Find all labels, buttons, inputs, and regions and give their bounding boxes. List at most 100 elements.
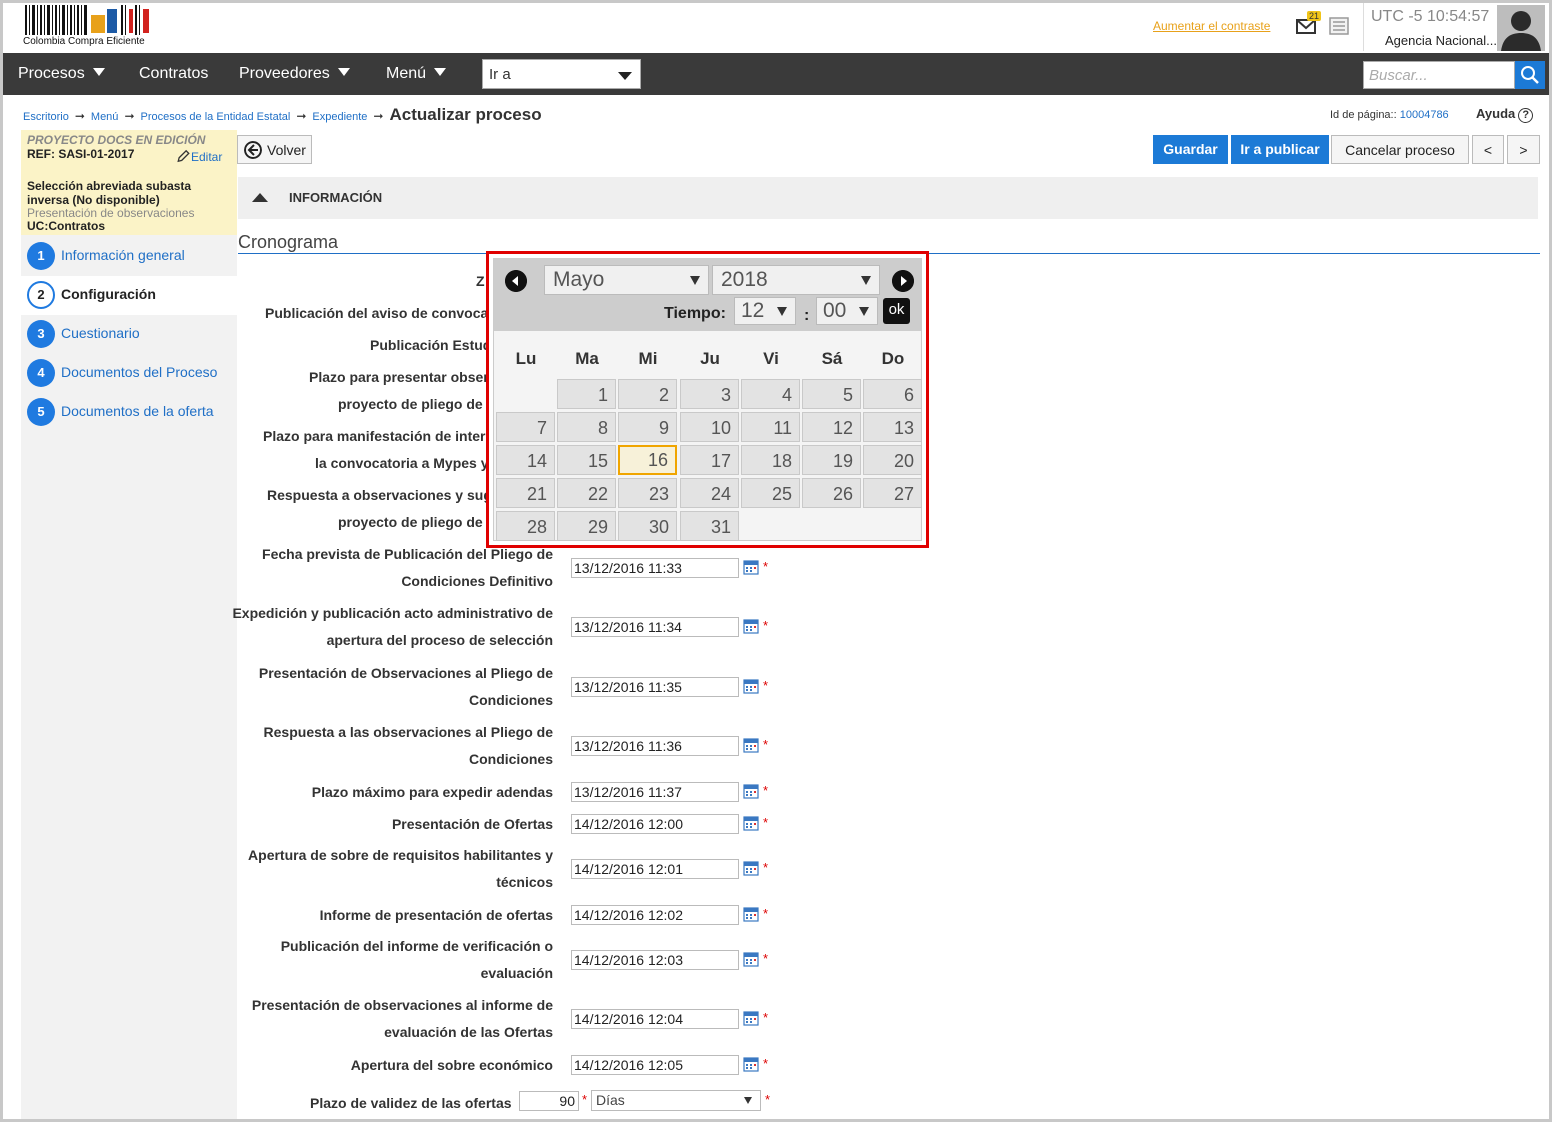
information-section-header[interactable]: INFORMACIÓN [238,177,1538,219]
nav-procesos[interactable]: Procesos [18,65,105,83]
contrast-link[interactable]: Aumentar el contraste [1153,19,1270,33]
calendar-day[interactable]: 1 [557,379,616,409]
calendar-icon[interactable] [743,815,759,831]
calendar-icon[interactable] [743,860,759,876]
goto-select[interactable]: Ir a [482,59,641,89]
calendar-icon[interactable] [743,678,759,694]
step-documentos-oferta[interactable]: 5 Documentos de la oferta [21,393,237,432]
step-configuracion[interactable]: 2 Configuración [21,276,237,315]
calendar-day[interactable]: 27 [863,478,922,508]
calendar-day[interactable]: 30 [618,511,677,541]
schedule-date-input[interactable] [571,1055,739,1075]
validity-input[interactable] [519,1091,579,1111]
calendar-day[interactable]: 17 [680,445,739,475]
chevron-down-icon [777,307,787,316]
calendar-day[interactable]: 29 [557,511,616,541]
calendar-day[interactable]: 18 [741,445,800,475]
calendar-day[interactable]: 9 [618,412,677,442]
nav-contratos[interactable]: Contratos [139,65,208,83]
calendar-day[interactable]: 13 [863,412,922,442]
calendar-day[interactable]: 8 [557,412,616,442]
schedule-date-input[interactable] [571,859,739,879]
avatar[interactable] [1497,5,1545,51]
validity-label: Plazo de validez de las ofertas [310,1095,512,1111]
schedule-date-input[interactable] [571,814,739,834]
calendar-day[interactable]: 24 [680,478,739,508]
search-input[interactable] [1363,61,1515,89]
page-id: Id de página:: 10004786 [1330,109,1449,121]
calendar-icon[interactable] [743,906,759,922]
schedule-date-input[interactable] [571,617,739,637]
schedule-date-input[interactable] [571,677,739,697]
ok-button[interactable]: ok [883,298,910,324]
calendar-day[interactable]: 21 [496,478,555,508]
step-documentos-proceso[interactable]: 4 Documentos del Proceso [21,354,237,393]
calendar-day[interactable]: 15 [557,445,616,475]
calendar-icon[interactable] [743,559,759,575]
minute-select[interactable]: 00 [816,297,878,325]
news-icon[interactable] [1329,17,1349,35]
calendar-day[interactable]: 25 [741,478,800,508]
year-select[interactable]: 2018 [712,265,880,295]
prev-button[interactable]: < [1472,135,1504,164]
breadcrumb-escritorio[interactable]: Escritorio [23,111,69,123]
schedule-date-input[interactable] [571,905,739,925]
back-button[interactable]: Volver [237,135,312,164]
save-button[interactable]: Guardar [1153,135,1228,164]
month-select[interactable]: Mayo [544,265,709,295]
calendar-day[interactable]: 26 [802,478,861,508]
calendar-icon[interactable] [743,1056,759,1072]
help-link[interactable]: Ayuda? [1476,106,1534,123]
calendar-day[interactable]: 5 [802,379,861,409]
calendar-day[interactable]: 11 [741,412,800,442]
nav-proveedores[interactable]: Proveedores [239,65,350,83]
schedule-label: Respuesta a las observaciones al Pliego … [263,724,553,740]
step-cuestionario[interactable]: 3 Cuestionario [21,315,237,354]
search-button[interactable] [1515,61,1545,89]
breadcrumb-expediente[interactable]: Expediente [312,111,367,123]
edit-label: Editar [191,150,223,164]
next-month-icon[interactable] [892,270,914,292]
calendar-day[interactable]: 19 [802,445,861,475]
schedule-date-input[interactable] [571,1009,739,1029]
nav-menu[interactable]: Menú [386,65,447,83]
schedule-date-input[interactable] [571,782,739,802]
calendar-day[interactable]: 31 [680,511,739,541]
edit-project-link[interactable]: Editar [176,149,222,164]
calendar-day[interactable]: 4 [741,379,800,409]
schedule-date-input[interactable] [571,950,739,970]
validity-unit-select[interactable]: Días [591,1090,761,1111]
step-informacion-general[interactable]: 1 Información general [21,237,237,276]
calendar-day[interactable]: 20 [863,445,922,475]
hour-select[interactable]: 12 [734,297,796,325]
chevron-down-icon [618,72,632,80]
next-button[interactable]: > [1507,135,1540,164]
calendar-icon[interactable] [743,1010,759,1026]
schedule-date-input[interactable] [571,558,739,578]
calendar-day[interactable]: 3 [680,379,739,409]
calendar-day[interactable]: 2 [618,379,677,409]
calendar-day[interactable]: 28 [496,511,555,541]
prev-month-icon[interactable] [505,270,527,292]
calendar-day[interactable]: 7 [496,412,555,442]
schedule-date-input[interactable] [571,736,739,756]
calendar-day[interactable]: 10 [680,412,739,442]
cancel-process-button[interactable]: Cancelar proceso [1331,135,1469,164]
calendar-icon[interactable] [743,618,759,634]
page-id-value[interactable]: 10004786 [1400,109,1449,121]
weekday-header: Do [881,349,905,368]
calendar-day[interactable]: 12 [802,412,861,442]
breadcrumb-procesos[interactable]: Procesos de la Entidad Estatal [141,111,291,123]
calendar-icon[interactable] [743,951,759,967]
calendar-day[interactable]: 22 [557,478,616,508]
calendar-day[interactable]: 23 [618,478,677,508]
calendar-day[interactable]: 6 [863,379,922,409]
agency-name[interactable]: Agencia Nacional... [1385,33,1497,48]
logo[interactable]: Colombia Compra Eficiente [23,5,158,49]
breadcrumb-menu[interactable]: Menú [91,111,119,123]
calendar-day[interactable]: 14 [496,445,555,475]
calendar-icon[interactable] [743,783,759,799]
calendar-day-today[interactable]: 16 [618,445,677,475]
calendar-icon[interactable] [743,737,759,753]
publish-button[interactable]: Ir a publicar [1231,135,1329,164]
